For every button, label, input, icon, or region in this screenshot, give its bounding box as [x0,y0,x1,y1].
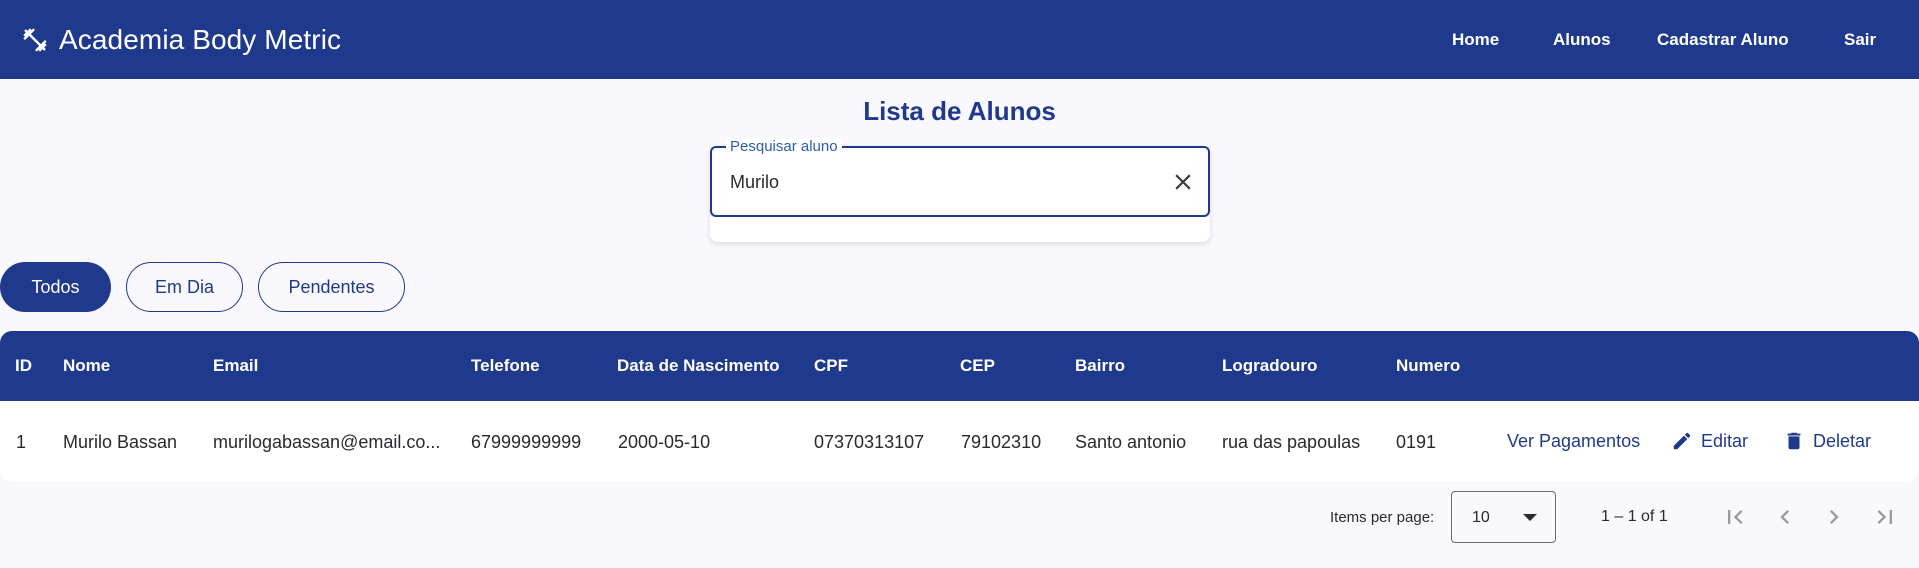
cell-id: 1 [16,432,27,452]
dumbbell-icon [21,26,49,54]
items-per-page-label: Items per page: [1330,509,1435,526]
nav-cadastrar-aluno-link[interactable]: Cadastrar Aluno [1657,30,1789,50]
previous-page-icon[interactable] [1771,503,1799,531]
column-header-id: ID [15,356,32,375]
cell-bairro: Santo antonio [1075,432,1187,452]
items-per-page-value: 10 [1472,509,1490,526]
filter-todos-button[interactable]: Todos [0,262,111,312]
filter-em-dia-button[interactable]: Em Dia [126,262,243,312]
column-header-telefone: Telefone [471,356,540,375]
cell-logradouro: rua das papoulas [1222,432,1361,452]
editar-button[interactable]: Editar [1671,430,1748,452]
cell-nascimento: 2000-05-10 [618,432,711,452]
close-icon[interactable] [1170,169,1196,195]
nav-alunos-link[interactable]: Alunos [1553,30,1611,50]
app-title: Academia Body Metric [59,23,342,55]
cell-nome: Murilo Bassan [63,432,178,452]
nav-sair-link[interactable]: Sair [1844,30,1876,50]
trash-icon [1787,432,1801,450]
paginator: Items per page: 10 1 – 1 of 1 [0,491,1919,543]
filter-pendentes-button[interactable]: Pendentes [258,262,405,312]
cell-numero: 0191 [1396,432,1437,452]
column-header-email: Email [213,356,259,375]
column-header-numero: Numero [1396,356,1461,375]
cell-telefone: 67999999999 [471,432,582,452]
search-input[interactable] [730,168,1150,196]
last-page-icon[interactable] [1871,503,1899,531]
ver-pagamentos-label: Ver Pagamentos [1507,431,1641,451]
ver-pagamentos-button[interactable]: Ver Pagamentos [1507,431,1640,452]
editar-label: Editar [1701,430,1749,451]
brand: Academia Body Metric [21,24,341,56]
items-per-page-select[interactable]: 10 [1451,491,1556,543]
cell-email: murilogabassan@email.co... [213,432,441,452]
column-header-bairro: Bairro [1075,356,1126,375]
column-header-logradouro: Logradouro [1222,356,1318,375]
students-table: ID Nome Email Telefone Data de Nasciment… [0,331,1919,481]
edit-icon [1673,432,1691,450]
column-header-data-nascimento: Data de Nascimento [617,356,780,375]
search-panel: Pesquisar aluno [710,138,1210,242]
search-field[interactable]: Pesquisar aluno [710,138,1210,217]
first-page-icon[interactable] [1721,503,1749,531]
column-header-cpf: CPF [814,356,848,375]
table-header: ID Nome Email Telefone Data de Nasciment… [0,331,1919,401]
page-range-label: 1 – 1 of 1 [1601,508,1668,525]
page-title: Lista de Alunos [863,96,1056,126]
deletar-label: Deletar [1813,430,1872,451]
nav-home-link[interactable]: Home [1452,30,1499,50]
column-header-nome: Nome [63,356,111,375]
cell-cpf: 07370313107 [814,432,925,452]
next-page-icon[interactable] [1820,503,1848,531]
deletar-button[interactable]: Deletar [1783,430,1871,452]
cell-cep: 79102310 [961,432,1042,452]
search-label: Pesquisar aluno [726,138,842,155]
column-header-cep: CEP [960,356,995,375]
top-app-bar: Academia Body Metric Home Alunos Cadastr… [0,0,1919,79]
dropdown-arrow-icon [1523,514,1537,521]
